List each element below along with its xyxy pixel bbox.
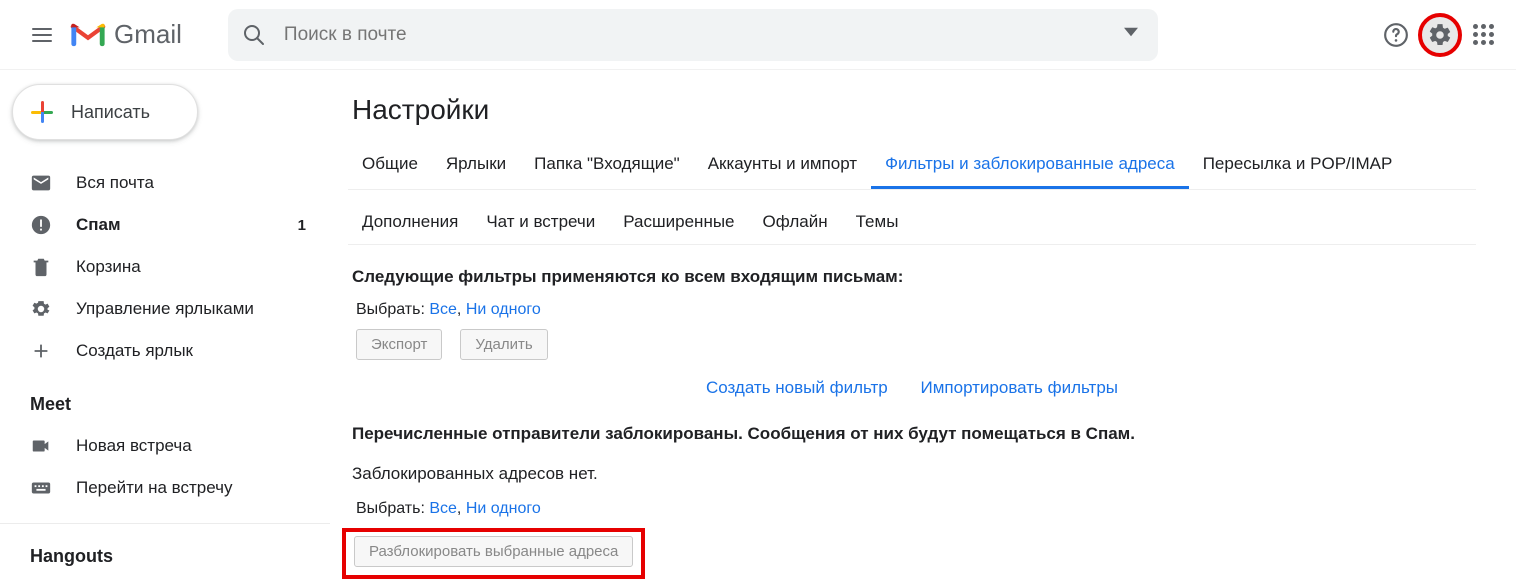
- tab-themes[interactable]: Темы: [842, 202, 913, 244]
- tab-labels[interactable]: Ярлыки: [432, 144, 520, 189]
- filters-buttons: Экспорт Удалить: [356, 329, 1476, 360]
- meet-item-label: Новая встреча: [76, 436, 192, 456]
- blocked-select-line: Выбрать: Все, Ни одного: [356, 500, 1476, 518]
- google-apps-button[interactable]: [1462, 13, 1506, 57]
- settings-button[interactable]: [1418, 13, 1462, 57]
- sidebar-item-label: Корзина: [76, 257, 141, 277]
- video-icon: [30, 435, 54, 457]
- caret-down-icon: [1124, 25, 1138, 39]
- gear-icon: [30, 298, 54, 320]
- filters-heading: Следующие фильтры применяются ко всем вх…: [352, 267, 1476, 287]
- sidebar-item-trash[interactable]: Корзина: [0, 246, 330, 288]
- trash-icon: [30, 256, 54, 278]
- tab-forwarding[interactable]: Пересылка и POP/IMAP: [1189, 144, 1407, 189]
- search-bar: [228, 9, 1158, 61]
- gmail-icon: [70, 21, 106, 49]
- filters-select-line: Выбрать: Все, Ни одного: [356, 301, 1476, 319]
- unblock-button[interactable]: Разблокировать выбранные адреса: [354, 536, 633, 567]
- sidebar-item-count: 1: [298, 217, 306, 234]
- help-button[interactable]: [1374, 13, 1418, 57]
- meet-item-label: Перейти на встречу: [76, 478, 232, 498]
- gear-icon: [1427, 22, 1453, 48]
- sidebar-item-manage-labels[interactable]: Управление ярлыками: [0, 288, 330, 330]
- meet-item-join-meeting[interactable]: Перейти на встречу: [0, 467, 330, 509]
- highlight-filters-tab: Фильтры и заблокированные адреса: [871, 144, 1189, 189]
- meet-section-title: Meet: [0, 372, 330, 425]
- tab-addons[interactable]: Дополнения: [348, 202, 472, 244]
- tab-inbox[interactable]: Папка "Входящие": [520, 144, 694, 189]
- search-options-button[interactable]: [1118, 19, 1144, 50]
- settings-tabs-row2: Дополнения Чат и встречи Расширенные Офл…: [348, 190, 1476, 245]
- highlight-unblock: Разблокировать выбранные адреса: [342, 528, 645, 579]
- filter-action-links: Создать новый фильтр Импортировать фильт…: [348, 378, 1476, 398]
- plus-multicolor-icon: [31, 101, 53, 123]
- delete-button[interactable]: Удалить: [460, 329, 547, 360]
- select-label: Выбрать:: [356, 301, 425, 318]
- tab-filters[interactable]: Фильтры и заблокированные адреса: [871, 144, 1189, 189]
- export-button[interactable]: Экспорт: [356, 329, 442, 360]
- select-none-link[interactable]: Ни одного: [466, 301, 541, 318]
- tab-advanced[interactable]: Расширенные: [609, 202, 748, 244]
- tab-accounts[interactable]: Аккаунты и импорт: [694, 144, 871, 189]
- sidebar-item-all-mail[interactable]: Вся почта: [0, 162, 330, 204]
- hangouts-section-title: Hangouts: [0, 523, 330, 577]
- sidebar-item-spam[interactable]: Спам 1: [0, 204, 330, 246]
- gmail-logo[interactable]: Gmail: [70, 19, 182, 50]
- create-filter-link[interactable]: Создать новый фильтр: [706, 378, 888, 397]
- header: Gmail: [0, 0, 1516, 70]
- blocked-select-none-link[interactable]: Ни одного: [466, 500, 541, 517]
- select-label: Выбрать:: [356, 500, 425, 517]
- apps-grid-icon: [1473, 24, 1495, 46]
- tab-offline[interactable]: Офлайн: [749, 202, 842, 244]
- search-input[interactable]: [284, 24, 1118, 46]
- spam-icon: [30, 214, 54, 236]
- mail-icon: [30, 172, 54, 194]
- blocked-select-all-link[interactable]: Все: [429, 500, 457, 517]
- compose-label: Написать: [71, 102, 150, 123]
- settings-tabs-row1: Общие Ярлыки Папка "Входящие" Аккаунты и…: [348, 144, 1476, 190]
- plus-icon: [30, 340, 54, 362]
- import-filters-link[interactable]: Импортировать фильтры: [921, 378, 1119, 397]
- settings-main: Настройки Общие Ярлыки Папка "Входящие" …: [330, 70, 1516, 579]
- help-icon: [1383, 22, 1409, 48]
- keyboard-icon: [30, 477, 54, 499]
- sidebar-item-label: Спам: [76, 215, 121, 235]
- blocked-heading: Перечисленные отправители заблокированы.…: [352, 424, 1476, 444]
- select-all-link[interactable]: Все: [429, 301, 457, 318]
- search-icon[interactable]: [242, 23, 266, 47]
- main-menu-button[interactable]: [18, 11, 66, 59]
- page-title: Настройки: [352, 94, 1476, 126]
- tab-chat[interactable]: Чат и встречи: [472, 202, 609, 244]
- no-blocked-text: Заблокированных адресов нет.: [352, 464, 1476, 484]
- sidebar: Написать Вся почта Спам 1 Корзина Упр: [0, 70, 330, 579]
- sidebar-item-label: Управление ярлыками: [76, 299, 254, 319]
- sidebar-item-create-label[interactable]: Создать ярлык: [0, 330, 330, 372]
- meet-item-new-meeting[interactable]: Новая встреча: [0, 425, 330, 467]
- product-name: Gmail: [114, 19, 182, 50]
- tab-general[interactable]: Общие: [348, 144, 432, 189]
- sidebar-item-label: Создать ярлык: [76, 341, 193, 361]
- sidebar-item-label: Вся почта: [76, 173, 154, 193]
- menu-icon: [32, 34, 52, 36]
- compose-button[interactable]: Написать: [12, 84, 198, 140]
